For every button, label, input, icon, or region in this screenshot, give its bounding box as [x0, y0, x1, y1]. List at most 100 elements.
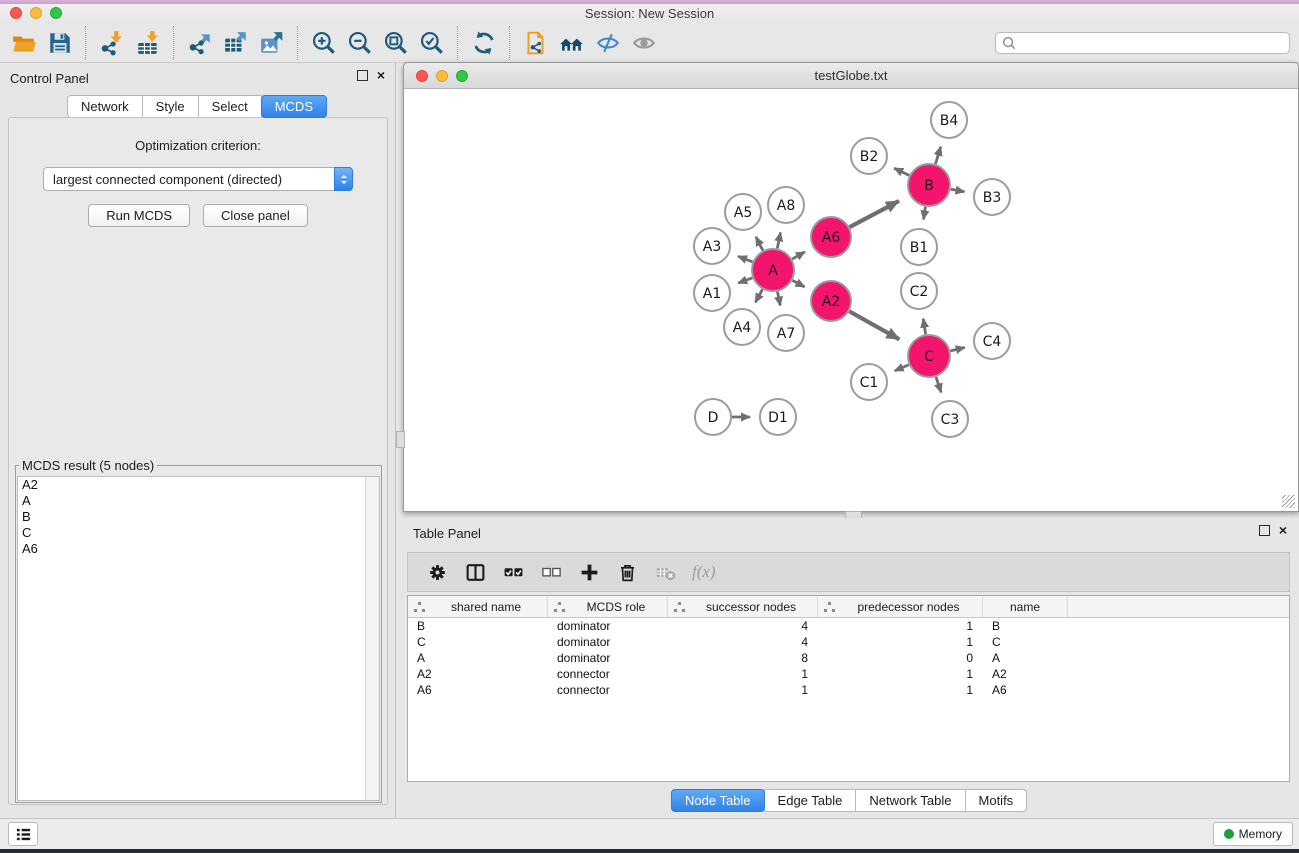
- table-row[interactable]: Cdominator41C: [408, 634, 1289, 650]
- node-C2[interactable]: C2: [901, 273, 937, 309]
- tab-motifs[interactable]: Motifs: [965, 789, 1028, 812]
- show-columns-icon[interactable]: [456, 555, 494, 589]
- tab-select[interactable]: Select: [198, 95, 262, 118]
- network-window-titlebar[interactable]: testGlobe.txt: [404, 63, 1298, 89]
- node-B[interactable]: B: [908, 164, 950, 206]
- table-row[interactable]: A2connector11A2: [408, 666, 1289, 682]
- mcds-result-item[interactable]: A6: [18, 541, 379, 557]
- zoom-fit-icon[interactable]: [378, 25, 414, 61]
- cell-successor-nodes[interactable]: 1: [668, 683, 818, 697]
- edge-B-B3[interactable]: [951, 189, 965, 192]
- mcds-result-item[interactable]: A2: [18, 477, 379, 493]
- deselect-all-checkboxes-icon[interactable]: [532, 555, 570, 589]
- edge-B-B1[interactable]: [923, 207, 925, 220]
- cell-predecessor-nodes[interactable]: 1: [818, 667, 983, 681]
- edge-A-A2[interactable]: [792, 280, 804, 286]
- splitter-grip[interactable]: [396, 431, 405, 448]
- save-session-icon[interactable]: [42, 25, 78, 61]
- scrollbar[interactable]: [365, 477, 379, 800]
- node-A5[interactable]: A5: [725, 194, 761, 230]
- node-B3[interactable]: B3: [974, 179, 1010, 215]
- network-canvas[interactable]: AA6A2BCA5A8A3A1A4A7B2B4B3B1C2C4C1C3DD1: [405, 89, 1297, 510]
- table-row[interactable]: Bdominator41B: [408, 618, 1289, 634]
- cell-mcds-role[interactable]: dominator: [548, 651, 668, 665]
- node-A2[interactable]: A2: [811, 281, 851, 321]
- cell-mcds-role[interactable]: connector: [548, 667, 668, 681]
- cell-predecessor-nodes[interactable]: 1: [818, 683, 983, 697]
- close-panel-icon[interactable]: ×: [377, 70, 385, 81]
- edge-A-A7[interactable]: [777, 292, 780, 306]
- cell-mcds-role[interactable]: dominator: [548, 635, 668, 649]
- cell-successor-nodes[interactable]: 4: [668, 635, 818, 649]
- open-file-icon[interactable]: [6, 25, 42, 61]
- tab-network[interactable]: Network: [67, 95, 143, 118]
- cell-name[interactable]: C: [983, 635, 1068, 649]
- function-builder-icon[interactable]: f(x): [692, 562, 716, 582]
- add-column-icon[interactable]: [570, 555, 608, 589]
- cell-successor-nodes[interactable]: 8: [668, 651, 818, 665]
- node-C4[interactable]: C4: [974, 323, 1010, 359]
- cell-shared-name[interactable]: A: [408, 651, 548, 665]
- criterion-dropdown[interactable]: largest connected component (directed): [43, 167, 353, 191]
- edge-A-A8[interactable]: [777, 232, 780, 248]
- close-panel-button[interactable]: Close panel: [203, 204, 308, 227]
- column-header-name[interactable]: name: [983, 596, 1068, 617]
- edge-B-B4[interactable]: [935, 147, 940, 164]
- export-table-icon[interactable]: [218, 25, 254, 61]
- cell-name[interactable]: A6: [983, 683, 1068, 697]
- delete-table-icon[interactable]: [646, 555, 684, 589]
- tab-mcds[interactable]: MCDS: [261, 95, 327, 118]
- close-table-panel-icon[interactable]: ×: [1279, 525, 1287, 536]
- select-all-checkboxes-icon[interactable]: [494, 555, 532, 589]
- cell-mcds-role[interactable]: connector: [548, 683, 668, 697]
- tab-node-table[interactable]: Node Table: [671, 789, 765, 812]
- column-header-shared-name[interactable]: shared name: [408, 596, 548, 617]
- node-D[interactable]: D: [695, 399, 731, 435]
- mcds-result-item[interactable]: C: [18, 525, 379, 541]
- cell-predecessor-nodes[interactable]: 1: [818, 635, 983, 649]
- node-C[interactable]: C: [908, 335, 950, 377]
- mcds-result-item[interactable]: A: [18, 493, 379, 509]
- node-A8[interactable]: A8: [768, 187, 804, 223]
- memory-button[interactable]: Memory: [1213, 822, 1293, 846]
- node-table[interactable]: shared nameMCDS rolesuccessor nodesprede…: [407, 595, 1290, 782]
- mcds-result-item[interactable]: B: [18, 509, 379, 525]
- run-mcds-button[interactable]: Run MCDS: [88, 204, 190, 227]
- cell-predecessor-nodes[interactable]: 1: [818, 619, 983, 633]
- home-view-icon[interactable]: [554, 25, 590, 61]
- edge-A-A4[interactable]: [755, 289, 762, 302]
- import-network-icon[interactable]: [94, 25, 130, 61]
- edge-C-C1[interactable]: [895, 365, 909, 371]
- search-field[interactable]: [995, 32, 1290, 54]
- edge-A-A6[interactable]: [792, 252, 805, 259]
- column-header-successor-nodes[interactable]: successor nodes: [668, 596, 818, 617]
- edge-A-A5[interactable]: [756, 237, 763, 251]
- export-image-icon[interactable]: [254, 25, 290, 61]
- tab-network-table[interactable]: Network Table: [855, 789, 965, 812]
- cell-shared-name[interactable]: A2: [408, 667, 548, 681]
- float-panel-icon[interactable]: [357, 70, 368, 81]
- zoom-selected-icon[interactable]: [414, 25, 450, 61]
- cell-mcds-role[interactable]: dominator: [548, 619, 668, 633]
- window-resize-handle[interactable]: [1282, 495, 1295, 508]
- task-history-button[interactable]: [8, 822, 38, 846]
- cell-name[interactable]: A2: [983, 667, 1068, 681]
- node-B4[interactable]: B4: [931, 102, 967, 138]
- mcds-result-list[interactable]: A2ABCA6: [17, 476, 380, 801]
- edge-A2-C[interactable]: [849, 311, 899, 339]
- node-A6[interactable]: A6: [811, 217, 851, 257]
- node-A[interactable]: A: [752, 249, 794, 291]
- search-input[interactable]: [1017, 35, 1289, 51]
- export-network-icon[interactable]: [182, 25, 218, 61]
- zoom-in-icon[interactable]: [306, 25, 342, 61]
- edge-A-A1[interactable]: [738, 278, 752, 283]
- table-settings-icon[interactable]: [418, 555, 456, 589]
- node-B2[interactable]: B2: [851, 138, 887, 174]
- node-B1[interactable]: B1: [901, 229, 937, 265]
- cell-name[interactable]: B: [983, 619, 1068, 633]
- tab-edge-table[interactable]: Edge Table: [764, 789, 857, 812]
- column-header-mcds-role[interactable]: MCDS role: [548, 596, 668, 617]
- edge-C-C2[interactable]: [923, 319, 925, 335]
- network-snapshot-icon[interactable]: [518, 25, 554, 61]
- cell-shared-name[interactable]: B: [408, 619, 548, 633]
